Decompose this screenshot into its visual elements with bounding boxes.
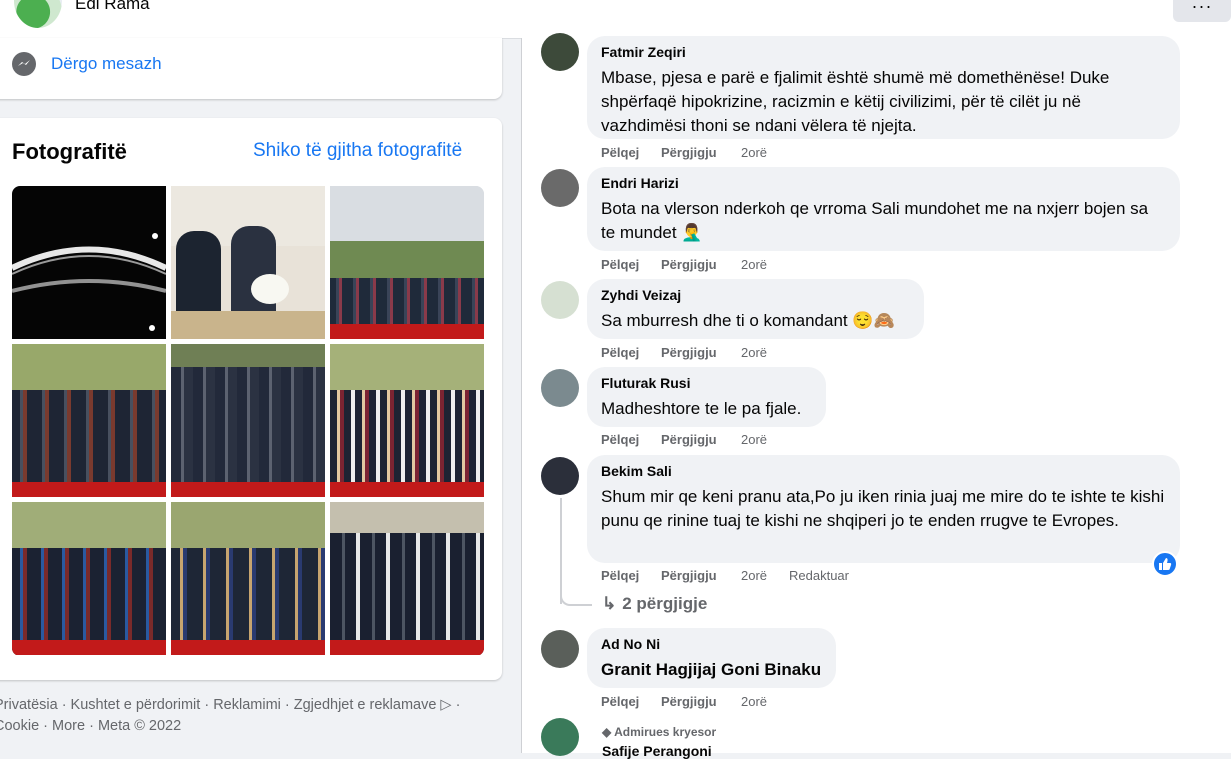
view-replies-link[interactable]: ↳ 2 përgjigje [602, 594, 707, 614]
comment-time[interactable]: 2orë [741, 432, 767, 447]
thread-line [560, 592, 592, 606]
footer-links-line1[interactable]: Privatësia · Kushtet e përdorimit · Rekl… [0, 695, 494, 716]
comment-bubble: Zyhdi Veizaj Sa mburresh dhe ti o komand… [587, 279, 924, 339]
thread-line [560, 498, 562, 604]
reply-link[interactable]: Përgjigju [661, 345, 717, 360]
profile-name[interactable]: Edi Rama [75, 0, 150, 14]
send-message-link[interactable]: Dërgo mesazh [51, 54, 162, 74]
commenter-name[interactable]: Bekim Sali [601, 463, 672, 479]
comment-text: Sa mburresh dhe ti o komandant 😌🙈 [601, 311, 895, 330]
commenter-avatar[interactable] [541, 630, 579, 668]
photo-thumbnail[interactable] [12, 186, 166, 339]
commenter-name[interactable]: Safije Perangoni [602, 743, 712, 759]
messenger-icon [12, 52, 36, 76]
commenter-avatar[interactable] [541, 169, 579, 207]
like-link[interactable]: Pëlqej [601, 145, 639, 160]
comment-time[interactable]: 2orë [741, 257, 767, 272]
photo-thumbnail[interactable] [330, 344, 484, 497]
see-all-photos-link[interactable]: Shiko të gjitha fotografitë [253, 140, 462, 162]
photo-thumbnail[interactable] [171, 344, 325, 497]
comment-time[interactable]: 2orë [741, 694, 767, 709]
photo-thumbnail[interactable] [171, 186, 325, 339]
reply-link[interactable]: Përgjigju [661, 257, 717, 272]
commenter-name[interactable]: Fatmir Zeqiri [601, 44, 686, 60]
comment-text: Granit Hagjijaj Goni Binaku [601, 660, 822, 679]
replies-count: 2 përgjigje [622, 594, 708, 613]
like-reaction-icon[interactable] [1152, 551, 1178, 577]
like-link[interactable]: Pëlqej [601, 568, 639, 583]
photos-card: Fotografitë Shiko të gjitha fotografitë [0, 118, 502, 680]
profile-header-bar: Edi Rama ··· [0, 0, 1231, 39]
comment-time[interactable]: 2orë [741, 568, 767, 583]
photo-thumbnail[interactable] [330, 186, 484, 339]
comment-bubble: Fatmir Zeqiri Mbase, pjesa e parë e fjal… [587, 36, 1180, 139]
commenter-name[interactable]: Endri Harizi [601, 175, 679, 191]
comments-section: Fatmir Zeqiri Mbase, pjesa e parë e fjal… [522, 33, 1231, 759]
photo-thumbnail[interactable] [12, 344, 166, 497]
commenter-name[interactable]: Fluturak Rusi [601, 375, 690, 391]
comment-bubble: Endri Harizi Bota na vlerson nderkoh qe … [587, 167, 1180, 251]
edited-label: Redaktuar [789, 568, 849, 583]
top-fan-badge: ◆ Admirues kryesor [602, 725, 716, 739]
reply-link[interactable]: Përgjigju [661, 694, 717, 709]
reply-link[interactable]: Përgjigju [661, 145, 717, 160]
commenter-avatar[interactable] [541, 281, 579, 319]
comment-text: Bota na vlerson nderkoh qe vrroma Sali m… [601, 199, 1149, 242]
reply-arrow-icon: ↳ [602, 594, 617, 613]
comment-bubble: Fluturak Rusi Madheshtore te le pa fjale… [587, 367, 826, 427]
like-link[interactable]: Pëlqej [601, 345, 639, 360]
photo-thumbnail[interactable] [171, 502, 325, 655]
comment-text: Shum mir qe keni pranu ata,Po ju iken ri… [601, 487, 1165, 530]
commenter-avatar[interactable] [541, 33, 579, 71]
commenter-avatar[interactable] [541, 457, 579, 495]
like-link[interactable]: Pëlqej [601, 694, 639, 709]
like-link[interactable]: Pëlqej [601, 432, 639, 447]
reply-link[interactable]: Përgjigju [661, 568, 717, 583]
commenter-avatar[interactable] [541, 718, 579, 756]
comment-text: Madheshtore te le pa fjale. [601, 399, 802, 418]
photo-thumbnail[interactable] [12, 502, 166, 655]
reply-link[interactable]: Përgjigju [661, 432, 717, 447]
commenter-avatar[interactable] [541, 369, 579, 407]
comment-bubble: Bekim Sali Shum mir qe keni pranu ata,Po… [587, 455, 1180, 563]
commenter-name[interactable]: Zyhdi Veizaj [601, 287, 681, 303]
diamond-icon: ◆ [602, 725, 612, 739]
comment-text: Mbase, pjesa e parë e fjalimit është shu… [601, 68, 1110, 135]
comment-time[interactable]: 2orë [741, 345, 767, 360]
comment-bubble: Ad No Ni Granit Hagjijaj Goni Binaku [587, 628, 836, 688]
page-footer: Privatësia · Kushtet e përdorimit · Rekl… [0, 695, 494, 737]
message-card: Dërgo mesazh [0, 38, 502, 99]
photos-title: Fotografitë [12, 139, 127, 164]
commenter-name[interactable]: Ad No Ni [601, 636, 660, 652]
photo-grid [12, 186, 484, 656]
top-fan-label: Admirues kryesor [614, 725, 717, 739]
footer-links-line2[interactable]: Cookie · More · Meta © 2022 [0, 716, 494, 737]
comment-time[interactable]: 2orë [741, 145, 767, 160]
photo-thumbnail[interactable] [330, 502, 484, 655]
profile-avatar[interactable] [12, 0, 64, 30]
more-options-button[interactable]: ··· [1173, 0, 1231, 22]
like-link[interactable]: Pëlqej [601, 257, 639, 272]
